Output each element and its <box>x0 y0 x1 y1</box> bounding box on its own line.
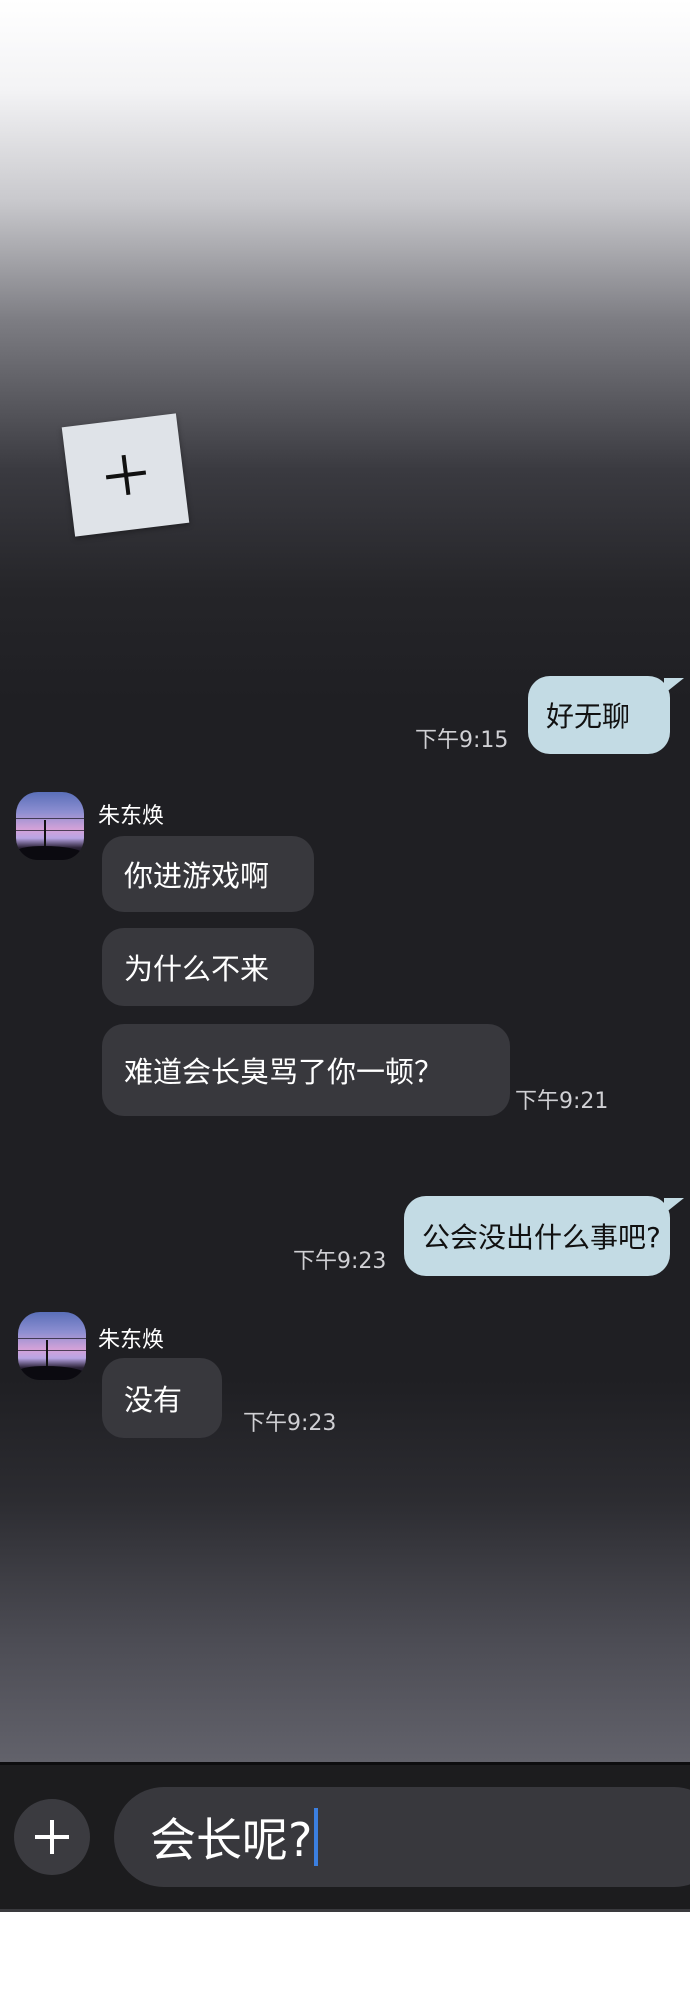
plus-icon <box>103 453 148 498</box>
chat-background: 下午9:15 好无聊 朱东焕 你进游戏啊 为什么不来 难道会长臭骂了你一顿？ 下… <box>0 0 690 1762</box>
message-text: 你进游戏啊 <box>124 859 270 893</box>
bubble-tail <box>664 678 684 694</box>
message-text: 公会没出什么事吧? <box>422 1221 661 1254</box>
incoming-message-bubble[interactable]: 没有 <box>102 1358 222 1438</box>
sender-name: 朱东焕 <box>98 804 165 829</box>
message-timestamp: 下午9:23 <box>293 1249 387 1274</box>
sticky-note-image <box>61 413 190 537</box>
outgoing-message-bubble[interactable]: 好无聊 <box>528 676 670 754</box>
message-timestamp: 下午9:21 <box>515 1089 609 1114</box>
avatar[interactable] <box>18 1312 86 1380</box>
incoming-message-bubble[interactable]: 你进游戏啊 <box>102 836 314 912</box>
sender-name: 朱东焕 <box>98 1328 165 1353</box>
avatar[interactable] <box>16 792 84 860</box>
outgoing-message-bubble[interactable]: 公会没出什么事吧? <box>404 1196 670 1276</box>
message-timestamp: 下午9:15 <box>415 728 509 753</box>
message-text: 好无聊 <box>546 700 631 733</box>
draft-text: 会长呢? <box>150 1813 313 1867</box>
message-text: 为什么不来 <box>124 952 270 986</box>
composer-bar: 会长呢? <box>0 1762 690 1912</box>
message-timestamp: 下午9:23 <box>243 1411 337 1436</box>
incoming-message-bubble[interactable]: 难道会长臭骂了你一顿？ <box>102 1024 510 1116</box>
add-attachment-button[interactable] <box>14 1799 90 1875</box>
incoming-message-bubble[interactable]: 为什么不来 <box>102 928 314 1006</box>
text-caret <box>314 1808 319 1866</box>
bubble-tail <box>664 1198 684 1214</box>
plus-icon <box>35 1820 69 1854</box>
message-input[interactable]: 会长呢? <box>114 1787 690 1887</box>
message-text: 难道会长臭骂了你一顿？ <box>124 1055 444 1089</box>
message-text: 没有 <box>124 1383 183 1417</box>
